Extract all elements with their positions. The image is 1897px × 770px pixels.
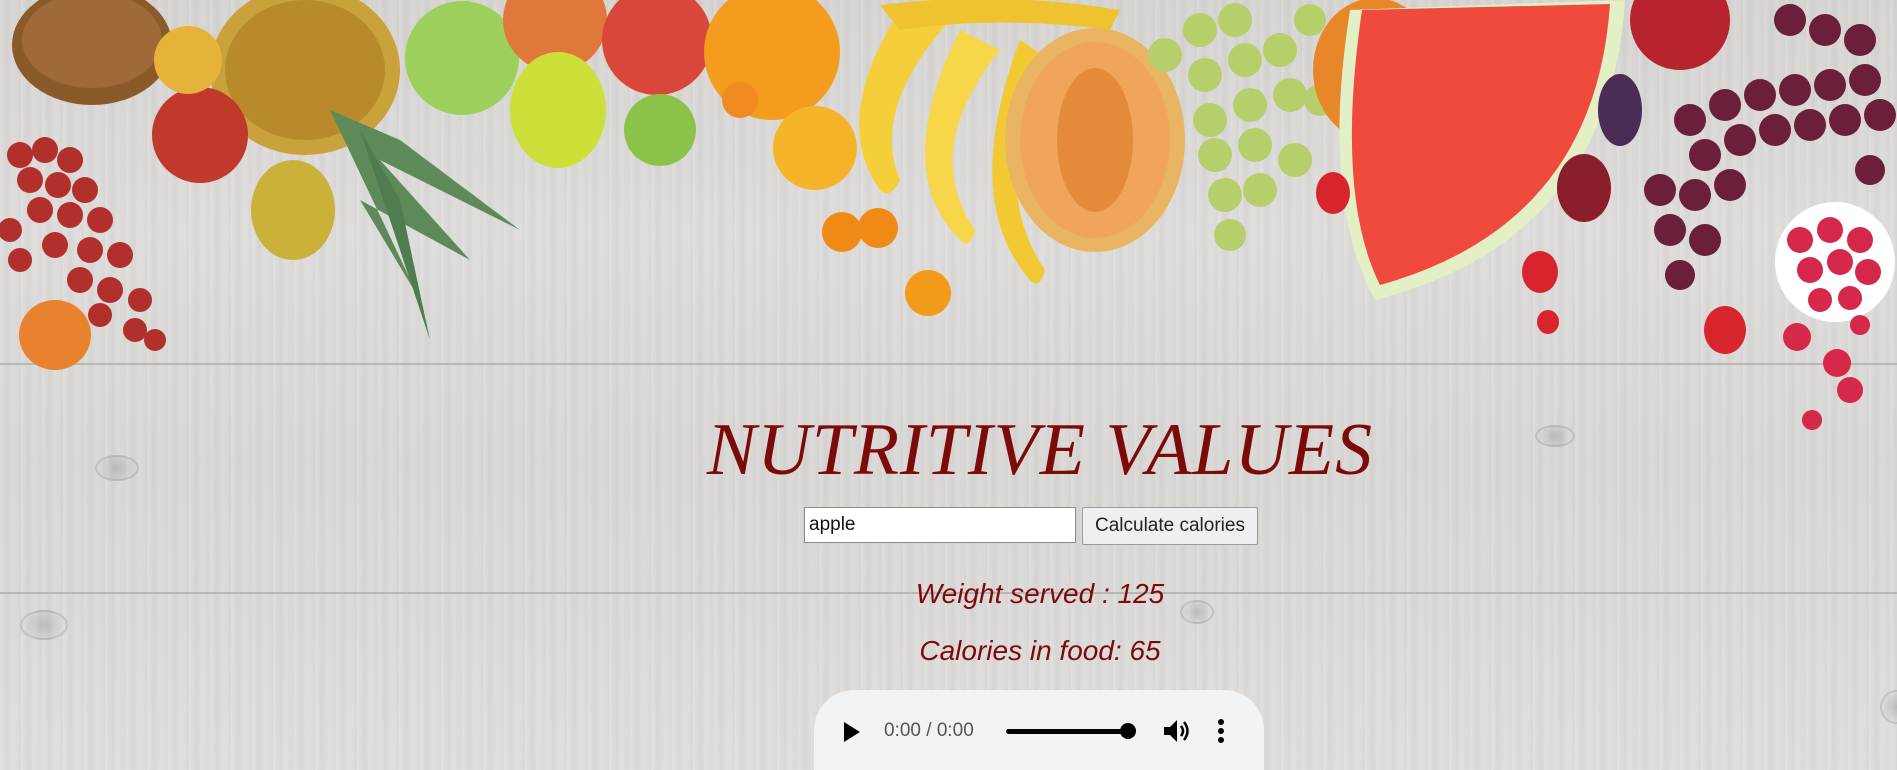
audio-progress-slider[interactable] <box>1006 729 1126 734</box>
calories-text: Calories in food: 65 <box>919 635 1161 666</box>
weight-served-text: Weight served : 125 <box>915 578 1165 609</box>
audio-time-display: 0:00 / 0:00 <box>884 720 974 741</box>
page-title: NUTRITIVE VALUES <box>706 409 1374 491</box>
food-name-input[interactable] <box>804 507 1076 543</box>
audio-player[interactable]: 0:00 / 0:00 <box>814 690 1264 770</box>
main-content: NUTRITIVE VALUES Calculate calories Weig… <box>0 0 1897 770</box>
play-icon[interactable] <box>844 722 860 742</box>
audio-progress-thumb[interactable] <box>1120 723 1136 739</box>
volume-icon[interactable] <box>1162 718 1192 744</box>
more-options-icon[interactable] <box>1214 718 1228 744</box>
food-search-form: Calculate calories <box>804 507 1258 545</box>
calculate-calories-button[interactable]: Calculate calories <box>1082 507 1258 545</box>
